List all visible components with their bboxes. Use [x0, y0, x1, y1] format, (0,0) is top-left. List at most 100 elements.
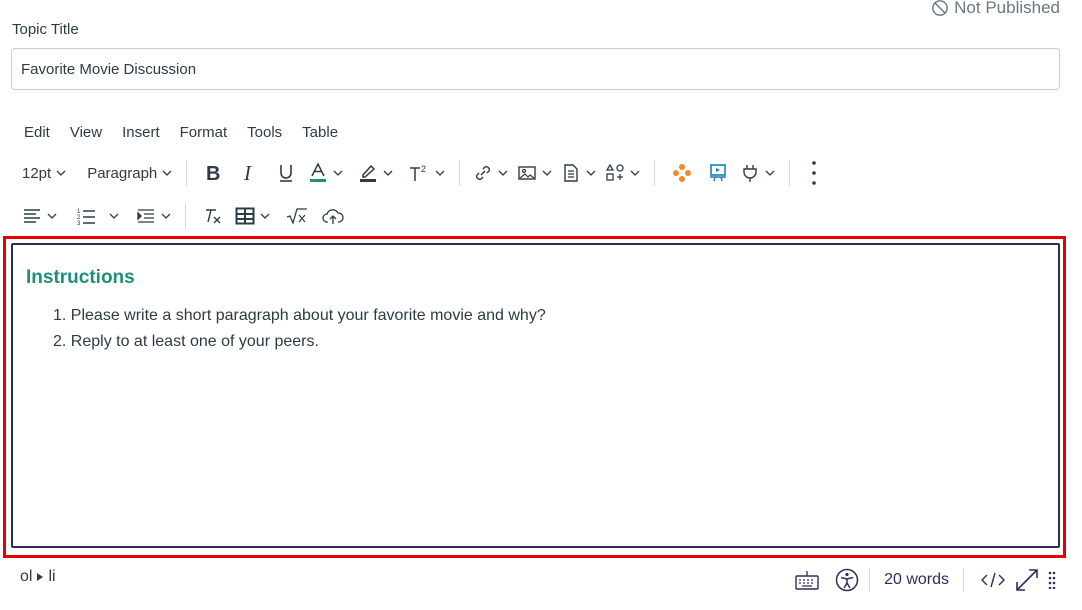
- chevron-down-icon: [161, 213, 171, 219]
- statusbar-separator: [963, 568, 964, 592]
- lti-app-button[interactable]: [664, 156, 700, 190]
- block-format-value: Paragraph: [87, 164, 158, 182]
- underline-button[interactable]: [268, 156, 304, 190]
- toolbar-row-1: 12pt Paragraph B I 2: [18, 153, 829, 193]
- chevron-down-icon: [260, 213, 270, 219]
- editor-statusbar: ol li 20 words: [0, 562, 1082, 598]
- editor-heading: Instructions: [26, 267, 135, 288]
- statusbar-separator: [869, 568, 871, 592]
- svg-text:2: 2: [421, 164, 426, 174]
- ordered-list-button[interactable]: 123: [72, 199, 124, 233]
- highlight-color-button[interactable]: [354, 156, 398, 190]
- clear-formatting-icon: [206, 209, 221, 224]
- keyboard-shortcuts-button[interactable]: [791, 564, 823, 596]
- square-root-icon: [286, 208, 307, 225]
- publish-status-text: Not Published: [954, 0, 1060, 17]
- word-count[interactable]: 20 words: [876, 571, 957, 589]
- align-left-icon: [24, 209, 40, 223]
- block-format-select[interactable]: Paragraph: [83, 156, 177, 190]
- menu-tools[interactable]: Tools: [237, 124, 292, 141]
- superscript-icon: 2: [410, 164, 426, 181]
- chevron-down-icon: [109, 213, 119, 219]
- menu-view[interactable]: View: [60, 124, 112, 141]
- document-icon: [564, 164, 578, 182]
- editor-ordered-list: 1. Please write a short paragraph about …: [53, 303, 546, 355]
- html-editor-toggle[interactable]: [976, 564, 1010, 596]
- bold-button[interactable]: B: [196, 156, 232, 190]
- menu-format[interactable]: Format: [170, 124, 238, 141]
- toolbar-row-2: 123: [18, 196, 351, 236]
- document-button[interactable]: [557, 156, 601, 190]
- chevron-down-icon: [383, 170, 393, 176]
- topic-title-input[interactable]: [11, 48, 1060, 90]
- apps-plugin-button[interactable]: [736, 156, 780, 190]
- keyboard-icon: [795, 571, 819, 590]
- clear-formatting-button[interactable]: [195, 199, 231, 233]
- image-button[interactable]: [513, 156, 557, 190]
- element-path: ol li: [20, 568, 56, 586]
- superscript-button[interactable]: 2: [404, 156, 450, 190]
- presentation-icon: [710, 164, 727, 182]
- rich-content-editor[interactable]: Instructions 1. Please write a short par…: [11, 243, 1060, 548]
- chevron-down-icon: [542, 170, 552, 176]
- text-color-button[interactable]: [304, 156, 348, 190]
- more-vertical-icon: [812, 161, 817, 185]
- menu-table[interactable]: Table: [292, 124, 348, 141]
- shapes-icon: [606, 163, 624, 181]
- path-ol[interactable]: ol: [20, 568, 32, 586]
- highlighter-icon: [360, 164, 377, 182]
- toolbar-separator: [186, 160, 188, 186]
- bold-icon: B: [206, 163, 220, 183]
- table-button[interactable]: [231, 199, 275, 233]
- list-item: 1. Please write a short paragraph about …: [53, 307, 546, 324]
- chevron-down-icon: [56, 170, 66, 176]
- lti-app-icon: [673, 164, 692, 182]
- embed-button[interactable]: [601, 156, 645, 190]
- media-app-button[interactable]: [700, 156, 736, 190]
- caret-right-icon: [37, 573, 44, 581]
- italic-button[interactable]: I: [232, 156, 268, 190]
- fullscreen-button[interactable]: [1010, 564, 1044, 596]
- chevron-down-icon: [498, 170, 508, 176]
- indent-icon: [137, 209, 154, 223]
- cloud-upload-button[interactable]: [315, 199, 351, 233]
- numbered-list-icon: 123: [77, 209, 95, 226]
- accessibility-checker-button[interactable]: [831, 564, 863, 596]
- toolbar-separator: [459, 160, 461, 186]
- text-color-icon: [310, 162, 327, 182]
- chevron-down-icon: [333, 170, 343, 176]
- chevron-down-icon: [47, 213, 57, 219]
- menu-insert[interactable]: Insert: [112, 124, 170, 141]
- chevron-down-icon: [630, 170, 640, 176]
- align-button[interactable]: [18, 199, 62, 233]
- editor-menubar: Edit View Insert Format Tools Table: [14, 120, 348, 144]
- svg-text:3: 3: [77, 221, 81, 226]
- chevron-down-icon: [435, 170, 445, 176]
- cloud-icon: [322, 209, 344, 224]
- svg-text:I: I: [243, 163, 252, 183]
- toolbar-separator: [654, 160, 656, 186]
- path-li[interactable]: li: [48, 568, 55, 586]
- resize-handle[interactable]: [1044, 564, 1060, 596]
- equation-button[interactable]: [279, 199, 315, 233]
- table-icon: [235, 207, 255, 225]
- toolbar-separator: [185, 203, 186, 229]
- list-item: 2. Reply to at least one of your peers.: [53, 333, 319, 350]
- plug-icon: [743, 165, 757, 182]
- indent-button[interactable]: [132, 199, 176, 233]
- font-size-select[interactable]: 12pt: [18, 156, 71, 190]
- more-tools-button[interactable]: [799, 156, 829, 190]
- link-button[interactable]: [469, 156, 513, 190]
- font-size-value: 12pt: [22, 164, 52, 182]
- menu-edit[interactable]: Edit: [14, 124, 60, 141]
- chevron-down-icon: [162, 170, 172, 176]
- italic-icon: I: [243, 163, 252, 183]
- chevron-down-icon: [586, 170, 596, 176]
- underline-icon: [280, 165, 293, 182]
- accessibility-icon: [835, 568, 859, 592]
- toolbar-separator: [789, 160, 791, 186]
- publish-status: Not Published: [931, 0, 1060, 17]
- statusbar-actions: 20 words: [791, 564, 1060, 596]
- code-icon: [981, 572, 1005, 588]
- link-icon: [476, 166, 491, 180]
